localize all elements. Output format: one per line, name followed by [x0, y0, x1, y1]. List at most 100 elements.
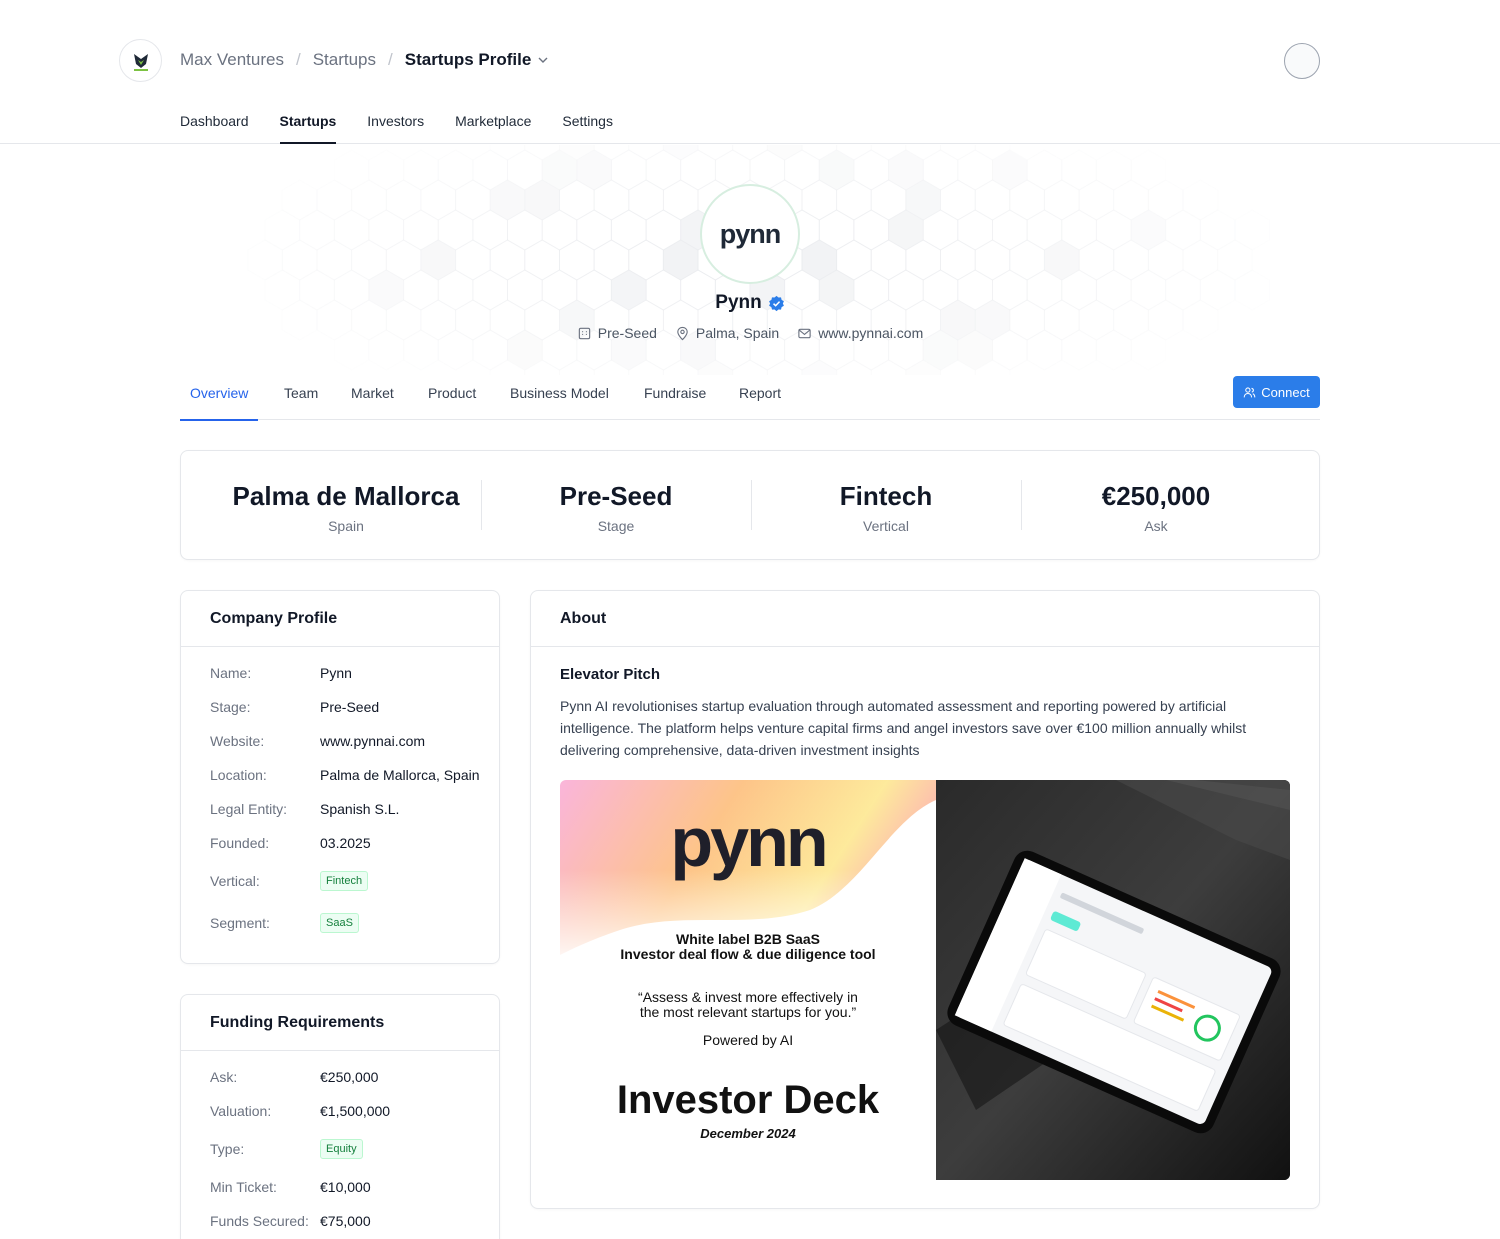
company-profile-title: Company Profile	[181, 591, 499, 647]
deck-tablet-photo	[936, 780, 1290, 1180]
info-label: Vertical:	[210, 873, 260, 889]
nav-item-settings[interactable]: Settings	[562, 110, 613, 144]
deck-cover: pynn White label B2B SaaS Investor deal …	[560, 780, 936, 1180]
org-logo-icon	[133, 53, 148, 71]
tab-overview[interactable]: Overview	[179, 368, 259, 421]
deck-quote-1: “Assess & invest more effectively in	[638, 989, 858, 1005]
deck-tagline-1: White label B2B SaaS	[676, 931, 820, 947]
info-value: 03.2025	[320, 835, 371, 851]
startup-logo: pynn	[700, 184, 800, 284]
tab-fundraise[interactable]: Fundraise	[644, 368, 706, 420]
nav-item-marketplace[interactable]: Marketplace	[455, 110, 531, 144]
info-value: €1,500,000	[320, 1103, 391, 1119]
breadcrumb-current[interactable]: Startups Profile	[405, 50, 532, 70]
nav-item-startups[interactable]: Startups	[279, 110, 336, 144]
stat-label: Spain	[328, 518, 364, 534]
breadcrumb-org[interactable]: Max Ventures	[180, 50, 284, 70]
info-row: Valuation: €1,500,000	[210, 1101, 390, 1121]
nav-item-dashboard[interactable]: Dashboard	[180, 110, 249, 144]
info-value: Palma de Mallorca, Spain	[320, 767, 480, 783]
elevator-pitch-text: Pynn AI revolutionises startup evaluatio…	[560, 698, 1247, 758]
tab-team[interactable]: Team	[284, 368, 318, 420]
info-label: Ask:	[210, 1069, 238, 1085]
chevron-down-icon[interactable]	[537, 54, 549, 66]
about-title: About	[531, 591, 1319, 647]
info-label: Location:	[210, 767, 267, 783]
info-row: Segment: SaaS	[210, 913, 359, 933]
info-value: www.pynnai.com	[320, 733, 426, 749]
breadcrumb-separator: /	[295, 50, 301, 69]
mail-icon	[798, 328, 811, 338]
info-row: Stage: Pre-Seed	[210, 697, 379, 717]
startup-meta: Pre-Seed Palma, Spain www.pynnai.com	[0, 325, 1500, 341]
info-value: €10,000	[320, 1179, 371, 1195]
info-label: Min Ticket:	[210, 1179, 277, 1195]
stat-item: Pre-Seed Stage	[481, 480, 751, 534]
tablet-mockup-illustration	[936, 780, 1290, 1180]
investor-deck-image[interactable]: pynn White label B2B SaaS Investor deal …	[560, 780, 1290, 1180]
info-value: €250,000	[320, 1069, 379, 1085]
meta-location-text: Palma, Spain	[695, 325, 780, 341]
info-value: €75,000	[320, 1213, 371, 1229]
info-row: Min Ticket: €10,000	[210, 1177, 371, 1197]
breadcrumb-startups[interactable]: Startups	[313, 50, 376, 70]
info-row: Website: www.pynnai.com	[210, 731, 425, 751]
deck-title: Investor Deck	[616, 1078, 880, 1122]
stat-item: €250,000 Ask	[1021, 480, 1291, 534]
connect-label: Connect	[1261, 384, 1310, 400]
info-row: Name: Pynn	[210, 663, 352, 683]
info-label: Name:	[210, 665, 252, 681]
breadcrumb-separator: /	[388, 50, 393, 69]
main-nav: Dashboard Startups Investors Marketplace Set…	[180, 110, 644, 144]
meta-stage-text: Pre-Seed	[597, 325, 657, 341]
deck-powered: Powered by AI	[702, 1032, 794, 1048]
funding-requirements-title: Funding Requirements	[181, 995, 499, 1051]
about-card: About Elevator Pitch Pynn AI revolutioni…	[530, 590, 1320, 1209]
info-label: Legal Entity:	[210, 801, 288, 817]
info-value: Spanish S.L.	[320, 801, 400, 817]
stat-item: Fintech Vertical	[751, 480, 1021, 534]
meta-stage: Pre-Seed	[577, 325, 657, 341]
nav-item-investors[interactable]: Investors	[367, 110, 424, 144]
deck-tagline-2: Investor deal flow & due diligence tool	[620, 946, 876, 962]
meta-website[interactable]: www.pynnai.com	[797, 325, 923, 341]
info-row: Founded: 03.2025	[210, 833, 371, 853]
stat-label: Ask	[1144, 518, 1168, 534]
stat-item: Palma de Mallorca Spain	[211, 480, 481, 534]
key-stats-card: Palma de Mallorca Spain Pre-Seed Stage Finte…	[180, 450, 1320, 560]
verified-badge-icon	[768, 295, 784, 311]
tag-badge: Fintech	[320, 871, 369, 891]
building-icon	[578, 327, 590, 339]
stat-value: Fintech	[839, 481, 933, 511]
info-label: Type:	[210, 1141, 245, 1157]
info-label: Funds Secured:	[210, 1213, 309, 1229]
info-row: Ask: €250,000	[210, 1067, 378, 1087]
tab-business-model[interactable]: Business Model	[510, 368, 609, 420]
tab-product[interactable]: Product	[428, 368, 476, 420]
startup-logo-text: pynn	[719, 218, 781, 249]
location-pin-icon	[677, 326, 688, 340]
connect-button[interactable]: Connect	[1233, 376, 1320, 408]
stat-label: Stage	[597, 518, 635, 534]
meta-website-text[interactable]: www.pynnai.com	[818, 325, 923, 341]
breadcrumb: Max Ventures / Startups / Startups Profi…	[180, 49, 549, 71]
tag-badge: Equity	[320, 1139, 363, 1159]
tab-market[interactable]: Market	[351, 368, 394, 420]
funding-requirements-card: Funding Requirements Ask: €250,000 Valuati…	[180, 994, 500, 1239]
user-avatar[interactable]	[1284, 43, 1320, 79]
tab-report[interactable]: Report	[739, 368, 781, 420]
info-label: Founded:	[210, 835, 270, 851]
info-row: Legal Entity: Spanish S.L.	[210, 799, 399, 819]
profile-tabs: Connect Overview Team Market Product Busines…	[179, 368, 1320, 421]
org-logo[interactable]	[119, 39, 162, 82]
info-label: Website:	[210, 733, 265, 749]
stat-label: Vertical	[863, 518, 909, 534]
tag-badge: SaaS	[320, 913, 359, 933]
company-profile-card: Company Profile Name: Pynn Stage: Pre-Seed W…	[180, 590, 500, 964]
meta-location: Palma, Spain	[675, 325, 779, 341]
stat-value: €250,000	[1101, 481, 1211, 511]
info-row: Vertical: Fintech	[210, 871, 369, 891]
info-label: Stage:	[210, 699, 251, 715]
top-header: Max Ventures / Startups / Startups Profi…	[0, 0, 1500, 144]
info-label: Valuation:	[210, 1103, 272, 1119]
